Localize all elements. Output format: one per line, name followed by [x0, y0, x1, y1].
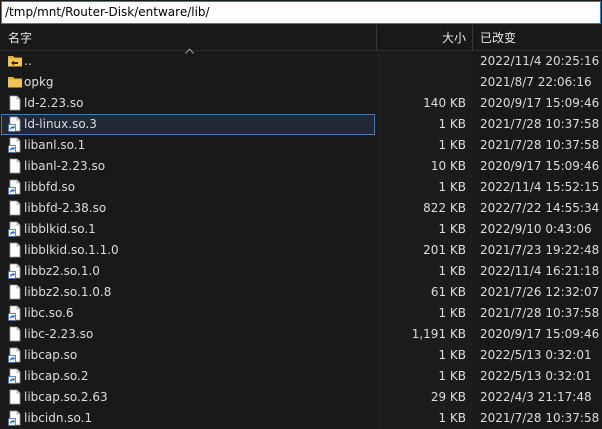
- file-row[interactable]: ld-2.23.so 140 KB 2020/9/17 15:09:46: [0, 93, 602, 114]
- file-row[interactable]: libc.so.6 1 KB 2021/7/28 10:37:58: [0, 303, 602, 324]
- file-size: 61 KB: [430, 285, 466, 299]
- file-modified-date: 2022/11/4 15:52:15: [480, 180, 600, 194]
- shortcut-file-icon: [8, 137, 21, 153]
- file-modified-date: 2021/7/23 19:22:48: [480, 243, 600, 257]
- file-row[interactable]: libcidn.so.1 1 KB 2021/7/28 10:37:58: [0, 408, 602, 429]
- file-name: libbz2.so.1.0: [24, 264, 100, 278]
- file-size: 10 KB: [430, 159, 466, 173]
- file-name: libcidn.so.1: [24, 411, 93, 425]
- file-row[interactable]: libcap.so.2.63 29 KB 2022/4/3 21:17:48: [0, 387, 602, 408]
- file-name: libcap.so.2: [24, 369, 89, 383]
- file-name: libbz2.so.1.0.8: [24, 285, 112, 299]
- shortcut-file-icon: [8, 179, 21, 195]
- file-row[interactable]: .. 2022/11/4 20:25:16: [0, 51, 602, 72]
- file-modified-date: 2021/7/28 10:37:58: [480, 411, 600, 425]
- file-size: 1 KB: [438, 411, 466, 425]
- file-row[interactable]: libbfd-2.38.so 822 KB 2022/7/22 14:55:34: [0, 198, 602, 219]
- file-modified-date: 2021/7/26 12:32:07: [480, 285, 600, 299]
- file-row[interactable]: ld-linux.so.3 1 KB 2021/7/28 10:37:58: [0, 114, 602, 135]
- file-list[interactable]: .. 2022/11/4 20:25:16 opkg 2021/8/7 22:06:1…: [0, 51, 602, 429]
- file-row[interactable]: libc-2.23.so 1,191 KB 2020/9/17 15:09:46: [0, 324, 602, 345]
- file-icon: [9, 242, 21, 258]
- file-modified-date: 2020/9/17 15:09:46: [480, 159, 600, 173]
- file-row[interactable]: libblkid.so.1 1 KB 2022/9/10 0:43:06: [0, 219, 602, 240]
- file-name: libc-2.23.so: [24, 327, 94, 341]
- file-name: ..: [24, 54, 32, 68]
- file-icon: [9, 284, 21, 300]
- file-size: 1,191 KB: [411, 327, 466, 341]
- file-modified-date: 2022/11/4 16:21:18: [480, 264, 600, 278]
- file-row[interactable]: libblkid.so.1.1.0 201 KB 2021/7/23 19:22:4…: [0, 240, 602, 261]
- file-size: 140 KB: [423, 96, 466, 110]
- file-size: 29 KB: [430, 390, 466, 404]
- file-row[interactable]: libcap.so 1 KB 2022/5/13 0:32:01: [0, 345, 602, 366]
- file-modified-date: 2020/9/17 15:09:46: [480, 327, 600, 341]
- file-name: libanl-2.23.so: [24, 159, 106, 173]
- file-row[interactable]: libanl-2.23.so 10 KB 2020/9/17 15:09:46: [0, 156, 602, 177]
- file-name: libblkid.so.1.1.0: [24, 243, 119, 257]
- file-modified-date: 2021/7/28 10:37:58: [480, 306, 600, 320]
- file-icon: [9, 200, 21, 216]
- file-size: 1 KB: [438, 306, 466, 320]
- file-name: libc.so.6: [24, 306, 74, 320]
- file-size: 1 KB: [438, 117, 466, 131]
- file-icon: [9, 389, 21, 405]
- file-row[interactable]: libbz2.so.1.0 1 KB 2022/11/4 16:21:18: [0, 261, 602, 282]
- file-name: libbfd-2.38.so: [24, 201, 107, 215]
- file-name: libblkid.so.1: [24, 222, 96, 236]
- shortcut-file-icon: [8, 368, 21, 384]
- file-size: 1 KB: [438, 369, 466, 383]
- file-size: [377, 72, 466, 93]
- file-size: 201 KB: [423, 243, 466, 257]
- column-header-size[interactable]: 大小: [377, 25, 472, 51]
- column-header: 名字 大小 已改变: [0, 25, 602, 54]
- file-name: ld-2.23.so: [24, 96, 84, 110]
- file-size: 822 KB: [423, 201, 466, 215]
- file-row[interactable]: libanl.so.1 1 KB 2021/7/28 10:37:58: [0, 135, 602, 156]
- file-modified-date: 2022/11/4 20:25:16: [480, 54, 600, 68]
- file-modified-date: 2020/9/17 15:09:46: [480, 96, 600, 110]
- file-name: libcap.so.2.63: [24, 390, 108, 404]
- file-modified-date: 2021/8/7 22:06:16: [480, 75, 592, 89]
- file-icon: [9, 95, 21, 111]
- column-header-modified[interactable]: 已改变: [473, 25, 602, 51]
- file-row[interactable]: libcap.so.2 1 KB 2022/5/13 0:32:01: [0, 366, 602, 387]
- file-size: 1 KB: [438, 348, 466, 362]
- shortcut-file-icon: [8, 410, 21, 426]
- file-modified-date: 2022/4/3 21:17:48: [480, 390, 592, 404]
- file-name: libcap.so: [24, 348, 78, 362]
- file-row[interactable]: opkg 2021/8/7 22:06:16: [0, 72, 602, 93]
- shortcut-file-icon: [8, 116, 21, 132]
- file-size: [377, 51, 466, 72]
- file-modified-date: 2022/7/22 14:55:34: [480, 201, 600, 215]
- folder-icon: [8, 77, 22, 88]
- path-bar: /tmp/mnt/Router-Disk/entware/lib/: [0, 0, 602, 25]
- file-icon: [9, 158, 21, 174]
- file-modified-date: 2022/5/13 0:32:01: [480, 348, 592, 362]
- file-modified-date: 2021/7/28 10:37:58: [480, 138, 600, 152]
- file-name: opkg: [24, 75, 54, 89]
- file-modified-date: 2021/7/28 10:37:58: [480, 117, 600, 131]
- shortcut-file-icon: [8, 305, 21, 321]
- parent-folder-icon: [8, 56, 22, 67]
- file-row[interactable]: libbfd.so 1 KB 2022/11/4 15:52:15: [0, 177, 602, 198]
- file-size: 1 KB: [438, 222, 466, 236]
- file-size: 1 KB: [438, 264, 466, 278]
- file-name: libbfd.so: [24, 180, 76, 194]
- shortcut-file-icon: [8, 347, 21, 363]
- path-input[interactable]: /tmp/mnt/Router-Disk/entware/lib/: [1, 1, 601, 24]
- file-modified-date: 2022/9/10 0:43:06: [480, 222, 592, 236]
- shortcut-file-icon: [8, 263, 21, 279]
- file-modified-date: 2022/5/13 0:32:01: [480, 369, 592, 383]
- file-row[interactable]: libbz2.so.1.0.8 61 KB 2021/7/26 12:32:07: [0, 282, 602, 303]
- shortcut-file-icon: [8, 221, 21, 237]
- file-size: 1 KB: [438, 180, 466, 194]
- file-size: 1 KB: [438, 138, 466, 152]
- file-name: libanl.so.1: [24, 138, 86, 152]
- file-name: ld-linux.so.3: [24, 117, 97, 131]
- file-icon: [9, 326, 21, 342]
